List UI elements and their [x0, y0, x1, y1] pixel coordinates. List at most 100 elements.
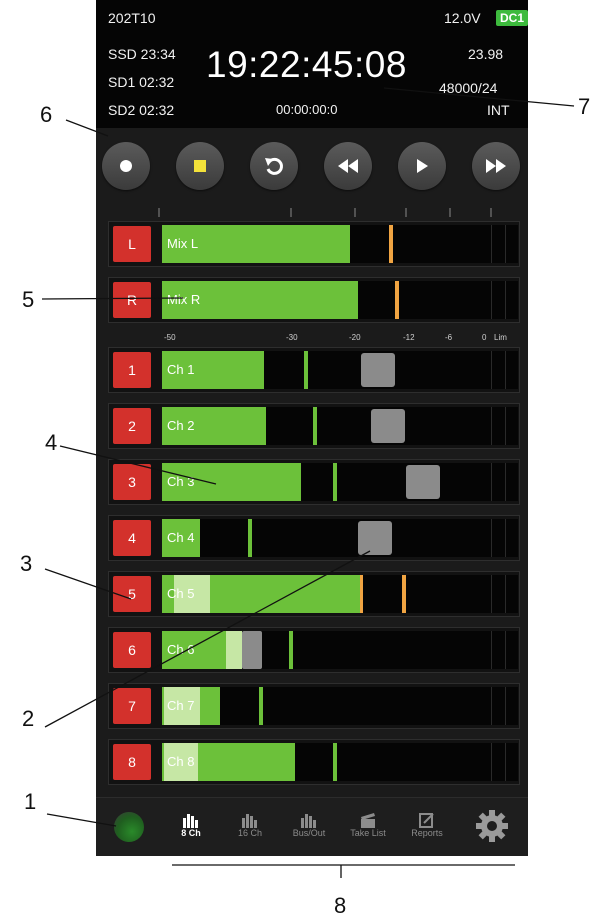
level-knob[interactable] [114, 812, 144, 842]
callout-number: 2 [22, 706, 35, 731]
meter-bar-ch5: Ch 5 [162, 575, 518, 613]
meter-bar-ch6: Ch 6 [162, 631, 518, 669]
frame-rate: 23.98 [468, 46, 504, 62]
meter-label: Ch 2 [167, 418, 195, 433]
peak-hold [333, 463, 337, 501]
meter-bar-ch7: Ch 7 [162, 687, 518, 725]
callout-number: 3 [20, 551, 33, 576]
callout-number: 7 [578, 94, 591, 119]
peak-hold [389, 225, 393, 263]
meter-bar-ch8: Ch 8 [162, 743, 518, 781]
peak-hold [313, 407, 317, 445]
grid-line [491, 519, 492, 557]
gear-icon[interactable] [474, 808, 510, 844]
elapsed-counter: 00:00:00:0 [276, 102, 338, 117]
peak-hold [333, 743, 337, 781]
mix-left-button[interactable]: L [113, 226, 151, 262]
loop-button[interactable] [250, 142, 298, 190]
meter-label: Ch 8 [167, 754, 195, 769]
clapperboard-icon [361, 813, 375, 828]
rewind-icon [338, 159, 358, 173]
rewind-button[interactable] [324, 142, 372, 190]
ssd-remaining: SSD 23:34 [108, 46, 176, 62]
play-button[interactable] [398, 142, 446, 190]
tab-label: Reports [411, 828, 443, 838]
stop-button[interactable] [176, 142, 224, 190]
grid-line [505, 407, 506, 445]
scale-label: -20 [349, 333, 361, 342]
channel-row-2: 2 Ch 2 [108, 403, 520, 449]
meter-label: Ch 3 [167, 474, 195, 489]
channel-row-4: 4 Ch 4 [108, 515, 520, 561]
channel-8-button[interactable]: 8 [113, 744, 151, 780]
channel-7-button[interactable]: 7 [113, 688, 151, 724]
grid-line [491, 281, 492, 319]
grid-line [491, 631, 492, 669]
loop-icon [265, 157, 283, 175]
record-button[interactable] [102, 142, 150, 190]
scale-label: -6 [445, 333, 453, 342]
meter-label: Mix R [167, 292, 201, 307]
meters-icon [183, 814, 198, 828]
scale-label: -12 [403, 333, 415, 342]
tab-bus-out[interactable]: Bus/Out [280, 806, 338, 838]
channel-3-button[interactable]: 3 [113, 464, 151, 500]
meter-label: Ch 5 [167, 586, 195, 601]
callout-number: 1 [24, 789, 37, 814]
tab-16-ch[interactable]: 16 Ch [221, 806, 279, 838]
mix-right-button[interactable]: R [113, 282, 151, 318]
meter-bar-ch3: Ch 3 [162, 463, 518, 501]
meter-bar-mix-left: Mix L [162, 225, 518, 263]
fast-forward-icon [486, 159, 506, 173]
grid-line [491, 575, 492, 613]
timecode-display: 19:22:45:08 [206, 44, 407, 85]
peak-hold [395, 281, 399, 319]
fader-handle[interactable] [406, 465, 440, 499]
fader-handle[interactable] [242, 631, 262, 669]
peak-hold [248, 519, 252, 557]
grid-line [491, 687, 492, 725]
peak-hold [289, 631, 293, 669]
grid-line [505, 575, 506, 613]
tab-reports[interactable]: Reports [398, 806, 456, 838]
fader-handle[interactable] [371, 409, 405, 443]
play-icon [417, 159, 428, 173]
channel-row-5: 5 Ch 5 [108, 571, 520, 617]
channel-2-button[interactable]: 2 [113, 408, 151, 444]
edit-report-icon [419, 813, 434, 828]
bottom-tab-bar: 8 Ch 16 Ch Bus/Out Take List Reports [96, 797, 528, 856]
fader-handle[interactable] [361, 353, 395, 387]
peak-hold [402, 575, 406, 613]
channel-6-button[interactable]: 6 [113, 632, 151, 668]
mix-row-left: L Mix L [108, 221, 520, 267]
channel-1-button[interactable]: 1 [113, 352, 151, 388]
stop-icon [194, 160, 206, 172]
fast-forward-button[interactable] [472, 142, 520, 190]
grid-line [505, 225, 506, 263]
tab-8-ch[interactable]: 8 Ch [162, 806, 220, 838]
tab-take-list[interactable]: Take List [339, 806, 397, 838]
meter-label: Ch 1 [167, 362, 195, 377]
scale-label: -30 [286, 333, 298, 342]
grid-line [491, 225, 492, 263]
channel-row-1: 1 Ch 1 [108, 347, 520, 393]
grid-line [491, 743, 492, 781]
scale-label: Lim [494, 333, 507, 342]
channel-row-3: 3 Ch 3 [108, 459, 520, 505]
peak-hold [360, 575, 363, 613]
fader-handle[interactable] [358, 521, 392, 555]
grid-line [491, 351, 492, 389]
record-icon [120, 160, 132, 172]
channel-4-button[interactable]: 4 [113, 520, 151, 556]
channel-5-button[interactable]: 5 [113, 576, 151, 612]
grid-line [505, 351, 506, 389]
sync-source: INT [487, 102, 510, 118]
sd1-remaining: SD1 02:32 [108, 74, 175, 90]
sample-format: 48000/24 [439, 80, 498, 96]
tab-label: Take List [350, 828, 386, 838]
channel-row-8: 8 Ch 8 [108, 739, 520, 785]
grid-line [505, 631, 506, 669]
meter-ruler [158, 208, 492, 217]
voltage-readout: 12.0V [444, 10, 481, 26]
recorder-app-screen: 202T10 12.0V DC1 SSD 23:34 SD1 02:32 SD2… [96, 0, 529, 856]
